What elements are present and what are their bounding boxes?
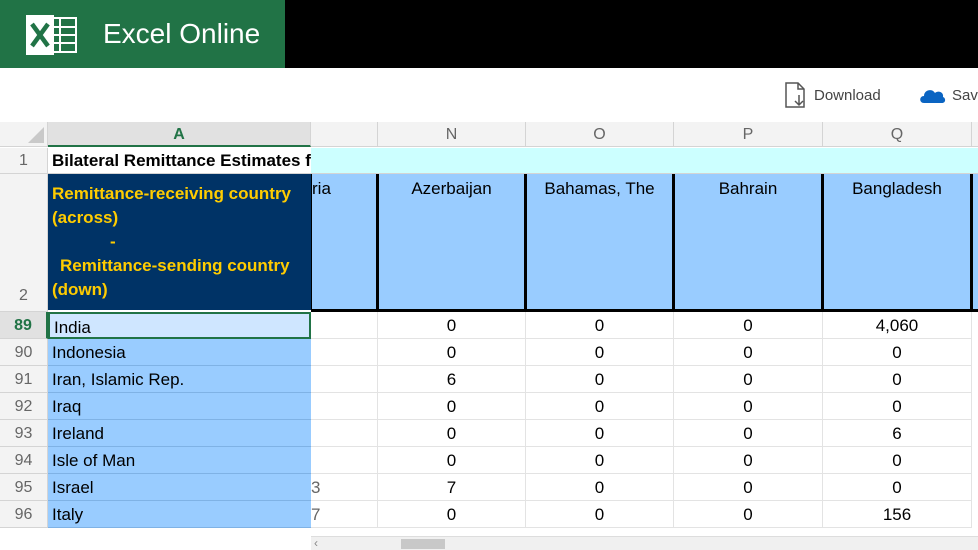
spreadsheet-grid[interactable]: A N O P Q 1 Bilateral Remittance Estimat… xyxy=(0,122,978,550)
value-cell[interactable]: 0 xyxy=(674,393,823,420)
row-header[interactable]: 93 xyxy=(0,420,48,447)
legend-line-4: Remittance-sending country xyxy=(60,256,290,275)
value-cell[interactable]: 0 xyxy=(378,501,526,528)
app-title: Excel Online xyxy=(103,18,261,49)
value-cell[interactable]: 0 xyxy=(526,393,674,420)
legend-line-3: - xyxy=(110,232,116,251)
value-cell[interactable]: 0 xyxy=(674,420,823,447)
header-legend-cell[interactable]: Remittance-receiving country (across) - … xyxy=(48,174,311,310)
partial-value-cell[interactable]: 7 xyxy=(311,501,378,528)
value-cell[interactable]: 0 xyxy=(526,501,674,528)
value-cell[interactable]: 0 xyxy=(378,393,526,420)
value-cell[interactable]: 0 xyxy=(526,312,674,339)
country-header-azerbaijan[interactable]: Azerbaijan xyxy=(378,174,526,310)
partial-value-cell[interactable] xyxy=(311,366,378,393)
legend-line-2: (across) xyxy=(52,208,119,227)
row-header-1[interactable]: 1 xyxy=(0,148,48,174)
partial-value-cell[interactable] xyxy=(311,420,378,447)
country-name-cell[interactable]: Israel xyxy=(48,474,311,501)
row-header-2[interactable]: 2 xyxy=(0,174,48,312)
value-cell[interactable]: 0 xyxy=(526,447,674,474)
column-header-n[interactable]: N xyxy=(378,122,526,147)
value-cell[interactable]: 7 xyxy=(378,474,526,501)
value-cell[interactable]: 4,060 xyxy=(823,312,972,339)
toolbar: Download Save xyxy=(0,68,978,122)
legend-line-5: (down) xyxy=(52,280,108,299)
partial-value-cell[interactable] xyxy=(311,312,378,339)
value-cell[interactable]: 0 xyxy=(526,474,674,501)
column-header-next[interactable] xyxy=(972,122,978,147)
row-header[interactable]: 94 xyxy=(0,447,48,474)
value-cell[interactable]: 0 xyxy=(674,447,823,474)
country-name-cell[interactable]: Ireland xyxy=(48,420,311,447)
download-icon xyxy=(785,82,805,108)
partial-value-cell[interactable] xyxy=(311,447,378,474)
value-cell[interactable]: 0 xyxy=(526,420,674,447)
value-cell[interactable]: 0 xyxy=(674,312,823,339)
brand-area[interactable]: Excel Online xyxy=(0,0,285,68)
value-cell[interactable]: 0 xyxy=(674,339,823,366)
value-cell[interactable]: 0 xyxy=(823,474,972,501)
row-header[interactable]: 91 xyxy=(0,366,48,393)
row-header[interactable]: 92 xyxy=(0,393,48,420)
partial-value-cell[interactable] xyxy=(311,393,378,420)
partial-value-cell[interactable]: 3 xyxy=(311,474,378,501)
value-cell[interactable]: 0 xyxy=(526,366,674,393)
value-cell[interactable]: 0 xyxy=(378,339,526,366)
onedrive-cloud-icon xyxy=(920,90,946,103)
value-cell[interactable]: 6 xyxy=(378,366,526,393)
row-header[interactable]: 96 xyxy=(0,501,48,528)
select-all-corner[interactable] xyxy=(0,122,48,147)
value-cell[interactable]: 0 xyxy=(823,339,972,366)
value-cell[interactable]: 0 xyxy=(378,447,526,474)
title-bar: Excel Online xyxy=(0,0,978,68)
value-cell[interactable]: 0 xyxy=(378,420,526,447)
country-name-cell[interactable]: Italy xyxy=(48,501,311,528)
column-header-o[interactable]: O xyxy=(526,122,674,147)
excel-logo-icon xyxy=(26,15,77,55)
value-cell[interactable]: 156 xyxy=(823,501,972,528)
save-button[interactable]: Save xyxy=(918,80,978,110)
value-cell[interactable]: 0 xyxy=(823,447,972,474)
value-cell[interactable]: 0 xyxy=(674,501,823,528)
country-name-cell[interactable]: Indonesia xyxy=(48,339,311,366)
row1-fill[interactable] xyxy=(311,148,978,174)
row-header[interactable]: 89 xyxy=(0,312,48,339)
country-header-bahamas[interactable]: Bahamas, The xyxy=(526,174,674,310)
value-cell[interactable]: 0 xyxy=(674,366,823,393)
scroll-left-icon[interactable]: ‹ xyxy=(314,536,318,550)
horizontal-scrollbar[interactable]: ‹ xyxy=(311,536,978,550)
country-header-next[interactable] xyxy=(972,174,978,310)
save-label: Save xyxy=(952,86,978,104)
scroll-thumb[interactable] xyxy=(401,539,445,549)
column-header-p[interactable]: P xyxy=(674,122,823,147)
value-cell[interactable]: 0 xyxy=(674,474,823,501)
column-header-a[interactable]: A xyxy=(48,122,311,147)
country-header-partial[interactable]: ria xyxy=(311,174,378,310)
country-name-cell[interactable]: Iran, Islamic Rep. xyxy=(48,366,311,393)
value-cell[interactable]: 0 xyxy=(823,393,972,420)
country-header-bahrain[interactable]: Bahrain xyxy=(674,174,823,310)
value-cell[interactable]: 6 xyxy=(823,420,972,447)
column-header-q[interactable]: Q xyxy=(823,122,972,147)
row-header[interactable]: 95 xyxy=(0,474,48,501)
country-name-cell[interactable]: Isle of Man xyxy=(48,447,311,474)
row-header[interactable]: 90 xyxy=(0,339,48,366)
legend-line-1: Remittance-receiving country xyxy=(52,184,292,203)
partial-value-cell[interactable] xyxy=(311,339,378,366)
value-cell[interactable]: 0 xyxy=(823,366,972,393)
title-cell[interactable]: Bilateral Remittance Estimates f xyxy=(48,148,311,174)
download-label: Download xyxy=(814,86,881,104)
column-header-partial[interactable] xyxy=(311,122,378,147)
value-cell[interactable]: 0 xyxy=(378,312,526,339)
download-button[interactable]: Download xyxy=(784,80,881,110)
value-cell[interactable]: 0 xyxy=(526,339,674,366)
country-header-bangladesh[interactable]: Bangladesh xyxy=(823,174,972,310)
country-name-cell[interactable]: India xyxy=(48,312,311,339)
country-name-cell[interactable]: Iraq xyxy=(48,393,311,420)
